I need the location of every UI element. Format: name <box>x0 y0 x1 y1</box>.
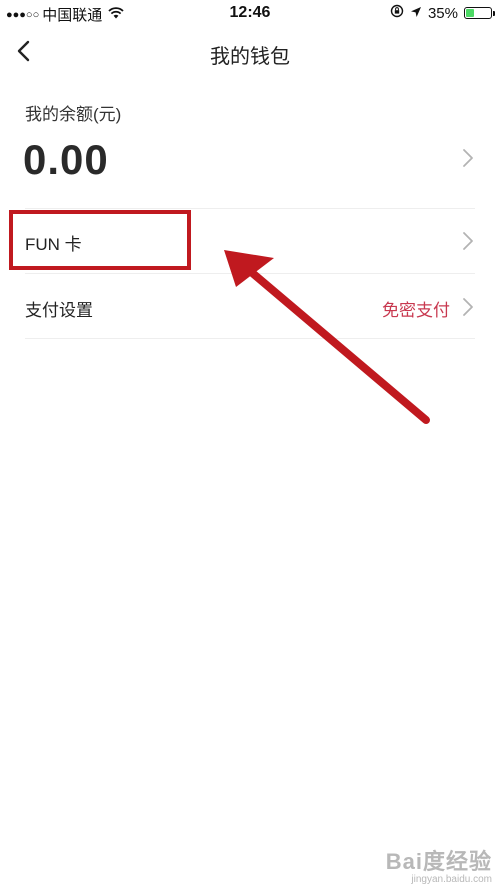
status-right: 35% <box>390 4 495 22</box>
chevron-right-icon <box>463 298 473 316</box>
chevron-right-icon <box>463 232 473 250</box>
balance-row[interactable]: 我的余额(元) 0.00 <box>0 92 500 208</box>
chevron-right-icon <box>463 149 473 167</box>
divider <box>25 338 475 339</box>
watermark: Bai度经验 jingyan.baidu.com <box>386 844 492 885</box>
battery-level <box>466 9 474 17</box>
nav-bar: 我的钱包 <box>0 26 500 78</box>
payment-settings-row[interactable]: 支付设置 免密支付 <box>0 276 500 338</box>
battery-percent: 35% <box>427 4 458 22</box>
divider <box>25 273 475 274</box>
watermark-logo: Bai度经验 <box>385 849 492 874</box>
battery-icon <box>464 7 495 19</box>
status-bar: ●●●○○ 中国联通 12:46 35% <box>0 0 500 26</box>
orientation-lock-icon <box>390 4 404 22</box>
page-title: 我的钱包 <box>210 46 290 68</box>
balance-label: 我的余额(元) <box>25 105 122 124</box>
payment-settings-label: 支付设置 <box>25 301 93 320</box>
location-icon <box>410 5 422 22</box>
highlight-box <box>9 210 191 270</box>
divider <box>25 208 475 209</box>
balance-amount: 0.00 <box>23 136 109 183</box>
password-free-payment-value: 免密支付 <box>382 301 450 320</box>
